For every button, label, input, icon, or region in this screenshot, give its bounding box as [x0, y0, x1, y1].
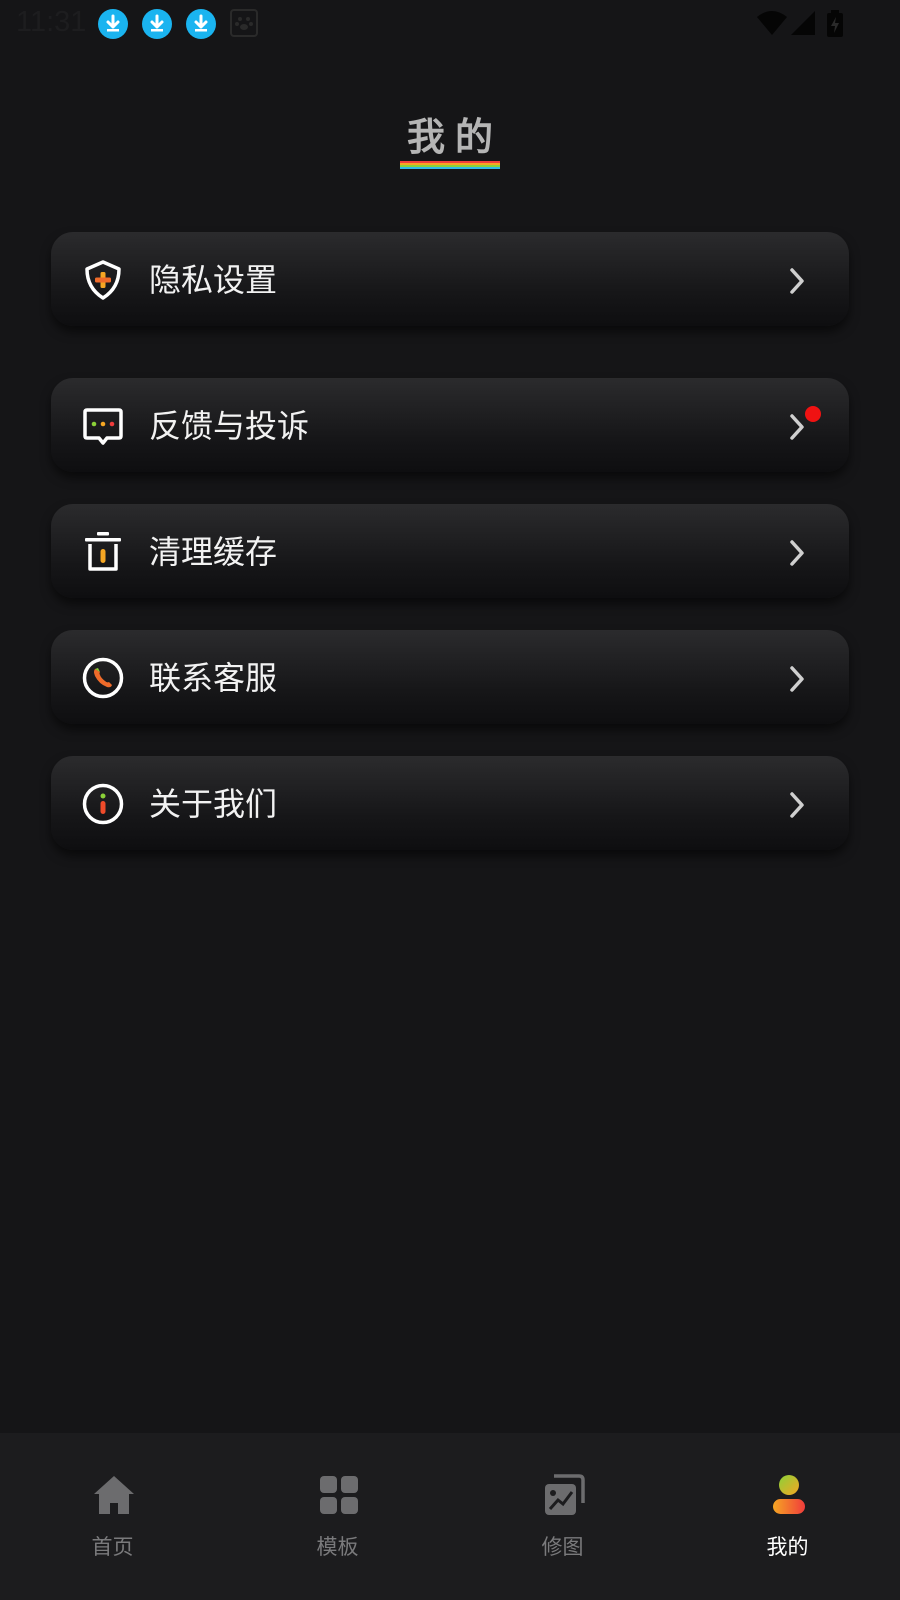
download-notification-icon: [142, 9, 172, 39]
menu-item-label: 联系客服: [149, 659, 278, 697]
chevron-right-icon: [790, 540, 804, 566]
nav-tab-label: 模板: [316, 1535, 359, 1559]
status-bar: 11:31: [0, 0, 900, 50]
download-notification-icon: [98, 9, 128, 39]
nav-tab-label: 修图: [541, 1535, 584, 1559]
menu-item-label: 清理缓存: [149, 533, 278, 571]
menu-item-feedback[interactable]: 反馈与投诉: [51, 378, 849, 472]
menu-item-clear-cache[interactable]: 清理缓存: [51, 504, 849, 598]
home-icon: [92, 1473, 136, 1517]
signal-icon: [791, 11, 815, 35]
battery-charging-icon: [827, 10, 843, 37]
nav-tab-home[interactable]: 首页: [0, 1433, 225, 1600]
nav-tab-mine[interactable]: 我的: [675, 1433, 900, 1600]
menu-item-about-us[interactable]: 关于我们: [51, 756, 849, 850]
nav-tab-label: 我的: [766, 1535, 809, 1559]
chevron-right-icon: [790, 666, 804, 692]
title-underline-decoration: [400, 161, 500, 169]
menu-item-label: 反馈与投诉: [149, 407, 310, 445]
person-icon: [767, 1473, 811, 1517]
paw-notification-icon: [230, 9, 258, 37]
chevron-right-icon: [790, 792, 804, 818]
shield-plus-icon: [81, 258, 125, 302]
status-time: 11:31: [16, 6, 87, 38]
phone-icon: [81, 656, 125, 700]
menu-item-privacy-settings[interactable]: 隐私设置: [51, 232, 849, 326]
feedback-chat-icon: [81, 404, 125, 448]
nav-tab-templates[interactable]: 模板: [225, 1433, 450, 1600]
grid-icon: [317, 1473, 361, 1517]
photo-edit-icon: [542, 1473, 586, 1517]
notification-badge-dot: [805, 406, 821, 422]
bottom-navigation: 首页 模板 修图 我的: [0, 1433, 900, 1600]
menu-item-contact-support[interactable]: 联系客服: [51, 630, 849, 724]
menu-item-label: 隐私设置: [149, 261, 278, 299]
info-icon: [81, 782, 125, 826]
page-title: 我的: [406, 115, 503, 159]
trash-icon: [81, 530, 125, 574]
chevron-right-icon: [790, 268, 804, 294]
nav-tab-label: 首页: [91, 1535, 134, 1559]
wifi-icon: [757, 11, 787, 35]
menu-item-label: 关于我们: [149, 785, 278, 823]
nav-tab-photo-edit[interactable]: 修图: [450, 1433, 675, 1600]
download-notification-icon: [186, 9, 216, 39]
chevron-right-icon: [790, 414, 804, 440]
